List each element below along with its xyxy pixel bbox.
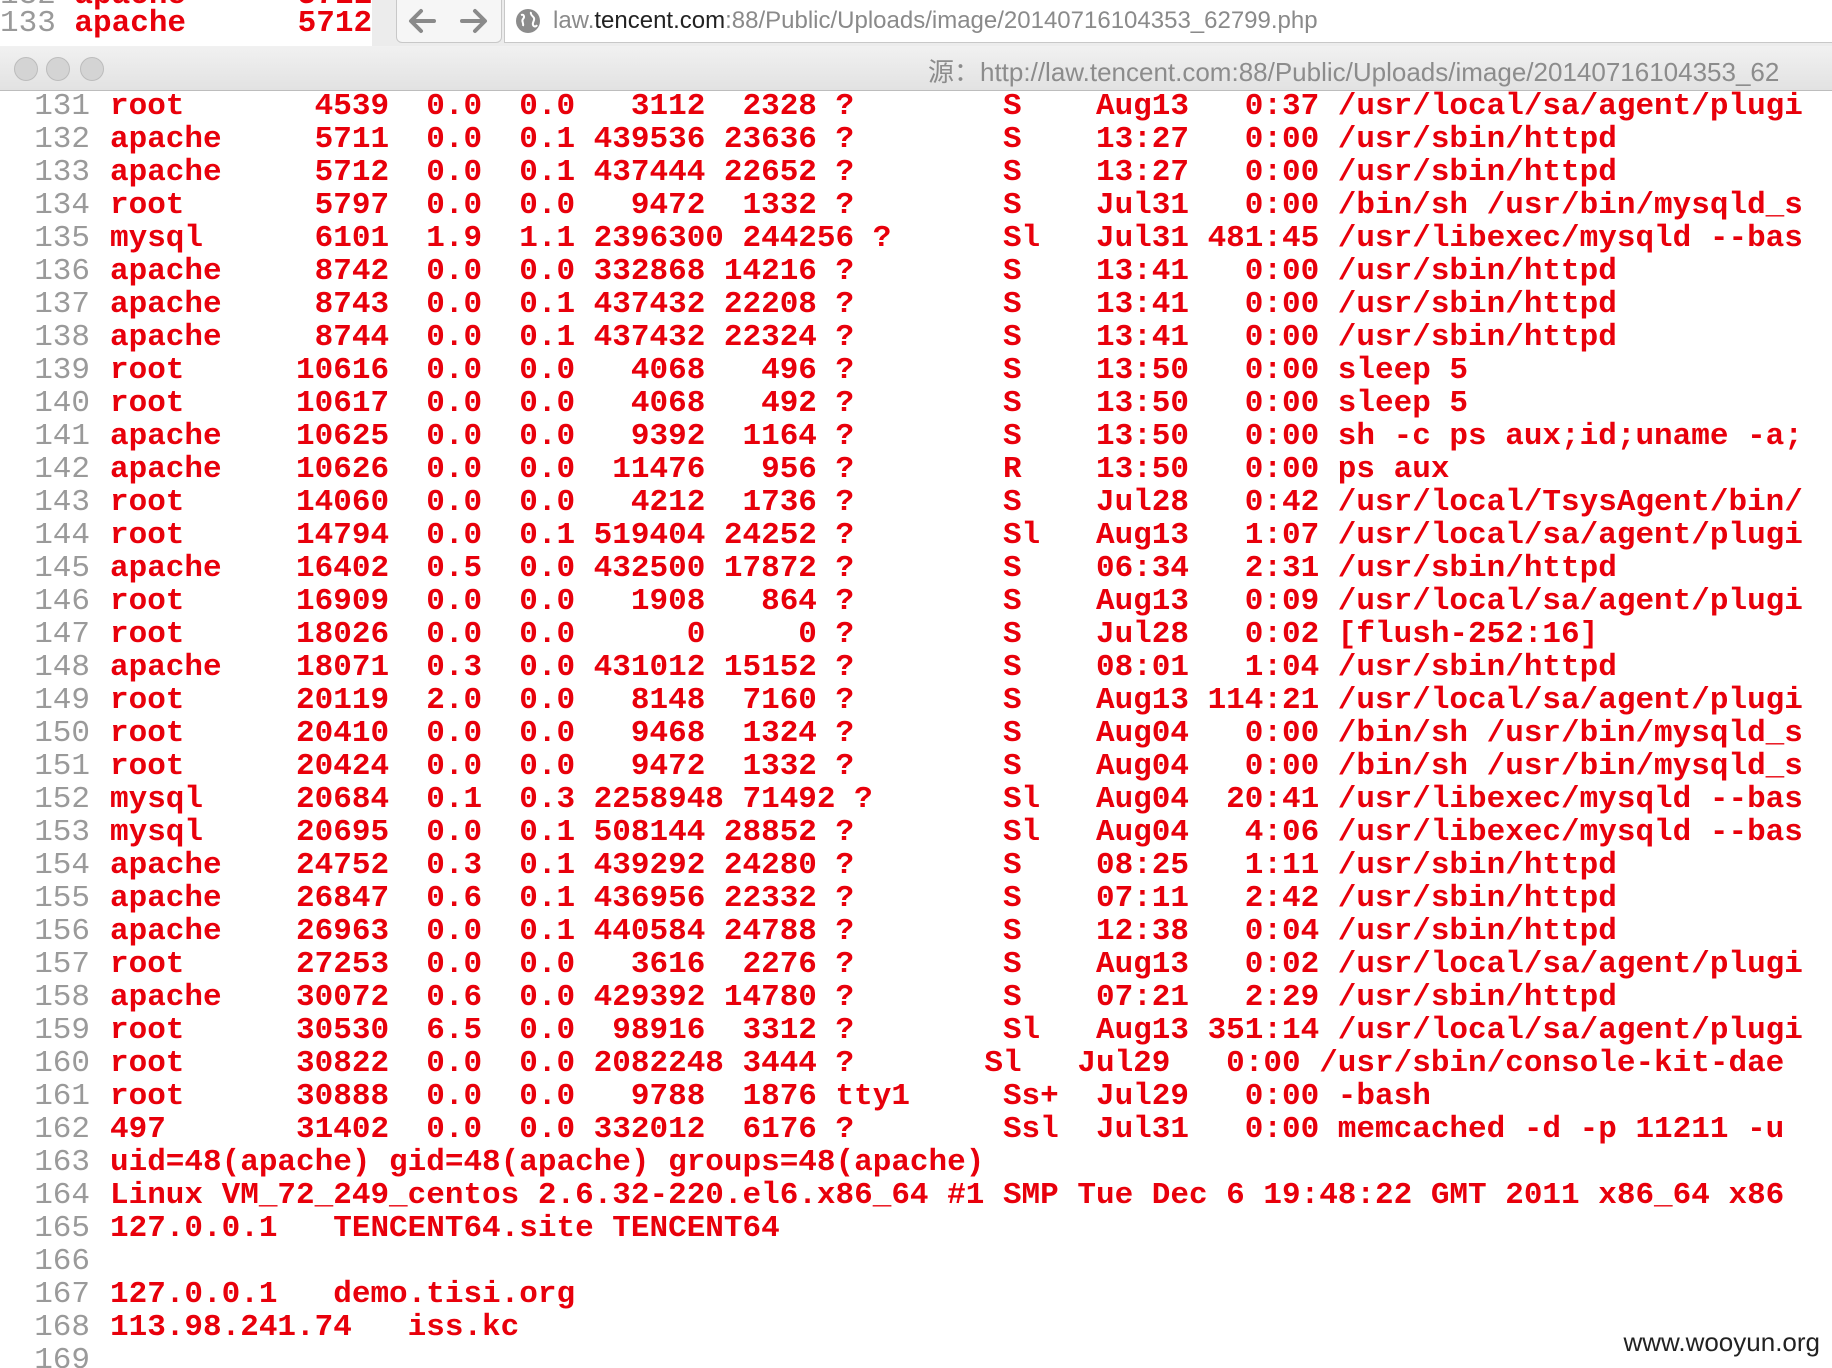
line-number: 161 <box>34 1079 90 1114</box>
line-text: root 30530 6.5 0.0 98916 3312 ? Sl Aug13… <box>110 1013 1803 1048</box>
line-number: 145 <box>34 551 90 586</box>
line-number: 133 <box>0 6 56 41</box>
line-text: root 16909 0.0 0.0 1908 864 ? S Aug13 0:… <box>110 584 1803 619</box>
line-number: 166 <box>34 1244 90 1279</box>
line-number: 142 <box>34 452 90 487</box>
line-text: apache 8742 0.0 0.0 332868 14216 ? S 13:… <box>110 254 1617 289</box>
line-text: root 10616 0.0 0.0 4068 496 ? S 13:50 0:… <box>110 353 1469 388</box>
line-number: 164 <box>34 1178 90 1213</box>
line-number: 149 <box>34 683 90 718</box>
line-text: root 14060 0.0 0.0 4212 1736 ? S Jul28 0… <box>110 485 1803 520</box>
line-text: Linux VM_72_249_centos 2.6.32-220.el6.x8… <box>110 1178 1785 1213</box>
line-number: 155 <box>34 881 90 916</box>
line-number: 140 <box>34 386 90 421</box>
background-page-fragment: 132 apache 5711 133 apache 5712 <box>0 0 372 46</box>
line-number: 162 <box>34 1112 90 1147</box>
line-number: 146 <box>34 584 90 619</box>
zoom-window-button[interactable] <box>80 57 104 81</box>
back-button[interactable] <box>399 2 445 40</box>
line-text: apache 24752 0.3 0.1 439292 24280 ? S 08… <box>110 848 1617 883</box>
line-text: apache 10625 0.0 0.0 9392 1164 ? S 13:50… <box>110 419 1803 454</box>
line-text: uid=48(apache) gid=48(apache) groups=48(… <box>110 1145 985 1180</box>
line-number: 132 <box>34 122 90 157</box>
line-number: 151 <box>34 749 90 784</box>
source-line: 133 apache 5712 <box>0 7 372 40</box>
line-text: apache 5712 0.0 0.1 437444 22652 ? S 13:… <box>110 155 1617 190</box>
line-number: 153 <box>34 815 90 850</box>
globe-icon <box>516 9 540 33</box>
line-number: 143 <box>34 485 90 520</box>
line-text: root 20424 0.0 0.0 9472 1332 ? S Aug04 0… <box>110 749 1803 784</box>
line-text: root 30888 0.0 0.0 9788 1876 tty1 Ss+ Ju… <box>110 1079 1431 1114</box>
line-text: root 4539 0.0 0.0 3112 2328 ? S Aug13 0:… <box>110 90 1803 124</box>
minimize-window-button[interactable] <box>46 57 70 81</box>
line-number: 160 <box>34 1046 90 1081</box>
url-domain: tencent.com <box>594 7 726 34</box>
url-path: :88/Public/Uploads/image/20140716104353_… <box>725 7 1318 34</box>
line-number: 157 <box>34 947 90 982</box>
line-number: 168 <box>34 1310 90 1345</box>
arrow-right-icon <box>460 9 487 33</box>
line-number: 169 <box>34 1343 90 1368</box>
line-number: 134 <box>34 188 90 223</box>
line-number: 159 <box>34 1013 90 1048</box>
line-number: 152 <box>34 782 90 817</box>
line-text: root 20119 2.0 0.0 8148 7160 ? S Aug13 1… <box>110 683 1803 718</box>
source-view[interactable]: 131 root 4539 0.0 0.0 3112 2328 ? S Aug13… <box>0 90 1832 1368</box>
line-text: apache 26963 0.0 0.1 440584 24788 ? S 12… <box>110 914 1617 949</box>
line-number: 154 <box>34 848 90 883</box>
line-text: apache 30072 0.6 0.0 429392 14780 ? S 07… <box>110 980 1617 1015</box>
line-number: 167 <box>34 1277 90 1312</box>
address-bar[interactable]: law.tencent.com:88/Public/Uploads/image/… <box>504 0 1832 43</box>
line-number: 148 <box>34 650 90 685</box>
line-number: 135 <box>34 221 90 256</box>
window-title: 源：http://law.tencent.com:88/Public/Uploa… <box>928 57 1780 87</box>
line-text: apache 5711 0.0 0.1 439536 23636 ? S 13:… <box>110 122 1617 157</box>
line-number: 131 <box>34 90 90 124</box>
line-text: apache 10626 0.0 0.0 11476 956 ? R 13:50… <box>110 452 1450 487</box>
url-prefix: law. <box>553 7 595 34</box>
line-number: 150 <box>34 716 90 751</box>
forward-button[interactable] <box>451 2 497 40</box>
line-number: 139 <box>34 353 90 388</box>
line-text: root 20410 0.0 0.0 9468 1324 ? S Aug04 0… <box>110 716 1803 751</box>
line-number: 158 <box>34 980 90 1015</box>
line-number: 137 <box>34 287 90 322</box>
line-text: apache 16402 0.5 0.0 432500 17872 ? S 06… <box>110 551 1617 586</box>
line-number: 133 <box>34 155 90 190</box>
line-text: mysql 20684 0.1 0.3 2258948 71492 ? Sl A… <box>110 782 1803 817</box>
line-text: apache 18071 0.3 0.0 431012 15152 ? S 08… <box>110 650 1617 685</box>
close-window-button[interactable] <box>14 57 38 81</box>
line-text: root 27253 0.0 0.0 3616 2276 ? S Aug13 0… <box>110 947 1803 982</box>
line-text: mysql 6101 1.9 1.1 2396300 244256 ? Sl J… <box>110 221 1803 256</box>
watermark: www.wooyun.org <box>1623 1327 1820 1357</box>
line-text: root 10617 0.0 0.0 4068 492 ? S 13:50 0:… <box>110 386 1469 421</box>
line-text: apache 8743 0.0 0.1 437432 22208 ? S 13:… <box>110 287 1617 322</box>
line-number: 141 <box>34 419 90 454</box>
line-text: root 5797 0.0 0.0 9472 1332 ? S Jul31 0:… <box>110 188 1803 223</box>
line-text: apache 26847 0.6 0.1 436956 22332 ? S 07… <box>110 881 1617 916</box>
line-number: 144 <box>34 518 90 553</box>
line-number: 138 <box>34 320 90 355</box>
line-number: 156 <box>34 914 90 949</box>
line-number: 147 <box>34 617 90 652</box>
line-text: mysql 20695 0.0 0.1 508144 28852 ? Sl Au… <box>110 815 1803 850</box>
line-text: apache 8744 0.0 0.1 437432 22324 ? S 13:… <box>110 320 1617 355</box>
line-text: root 30822 0.0 0.0 2082248 3444 ? Sl Jul… <box>110 1046 1785 1081</box>
window-title-bar: 源：http://law.tencent.com:88/Public/Uploa… <box>0 46 1832 91</box>
line-text: 127.0.0.1 demo.tisi.org <box>110 1277 576 1312</box>
line-number: 163 <box>34 1145 90 1180</box>
arrow-left-icon <box>409 9 436 33</box>
line-number: 136 <box>34 254 90 289</box>
url-text: law.tencent.com:88/Public/Uploads/image/… <box>553 7 1318 35</box>
line-text: root 14794 0.0 0.1 519404 24252 ? Sl Aug… <box>110 518 1803 553</box>
line-number: 165 <box>34 1211 90 1246</box>
line-text: 127.0.0.1 TENCENT64.site TENCENT64 <box>110 1211 780 1246</box>
line-text: 497 31402 0.0 0.0 332012 6176 ? Ssl Jul3… <box>110 1112 1803 1147</box>
line-text: apache 5712 <box>74 6 372 41</box>
browser-toolbar: 132 apache 5711 133 apache 5712 law.tenc… <box>0 0 1832 47</box>
line-text: root 18026 0.0 0.0 0 0 ? S Jul28 0:02 [f… <box>110 617 1599 652</box>
navigation-buttons <box>396 0 502 43</box>
line-text: 113.98.241.74 iss.kc <box>110 1310 520 1345</box>
